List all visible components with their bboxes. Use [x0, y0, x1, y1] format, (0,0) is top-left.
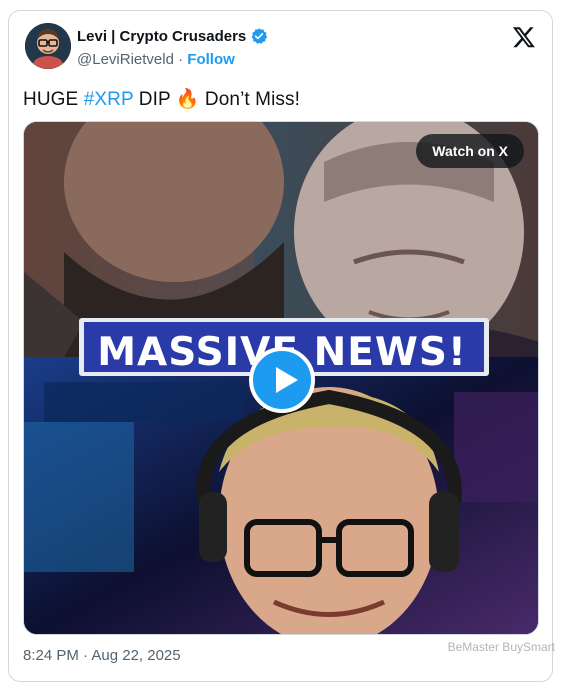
- separator-dot: ·: [178, 51, 184, 68]
- post-text-start: HUGE: [23, 89, 84, 110]
- post-timestamp[interactable]: 8:24 PM · Aug 22, 2025: [23, 647, 181, 664]
- watch-on-x-button[interactable]: Watch on X: [416, 134, 524, 168]
- fire-emoji: 🔥: [175, 89, 200, 110]
- author-name-row[interactable]: Levi | Crypto Crusaders: [77, 27, 268, 45]
- watermark-text: BeMaster BuySmart: [447, 640, 555, 654]
- author-display-name[interactable]: Levi | Crypto Crusaders: [77, 28, 246, 45]
- post-text-middle: DIP: [133, 89, 176, 110]
- embedded-post-card[interactable]: Levi | Crypto Crusaders @LeviRietveld · …: [8, 10, 553, 682]
- verified-badge-icon: [251, 28, 268, 44]
- author-handle-row: @LeviRietveld · Follow: [77, 51, 235, 68]
- post-text: HUGE #XRP DIP 🔥 Don’t Miss!: [23, 87, 300, 111]
- play-icon: [276, 367, 298, 393]
- avatar[interactable]: [25, 23, 71, 69]
- video-thumbnail[interactable]: MASSIVE NEWS! Watch on X: [23, 121, 539, 635]
- avatar-image: [25, 23, 71, 69]
- play-button[interactable]: [249, 347, 315, 413]
- x-logo-icon[interactable]: [512, 25, 536, 49]
- author-handle[interactable]: @LeviRietveld: [77, 51, 174, 68]
- post-text-end: Don’t Miss!: [199, 89, 300, 110]
- hashtag-link[interactable]: #XRP: [84, 89, 134, 110]
- follow-button[interactable]: Follow: [187, 51, 235, 68]
